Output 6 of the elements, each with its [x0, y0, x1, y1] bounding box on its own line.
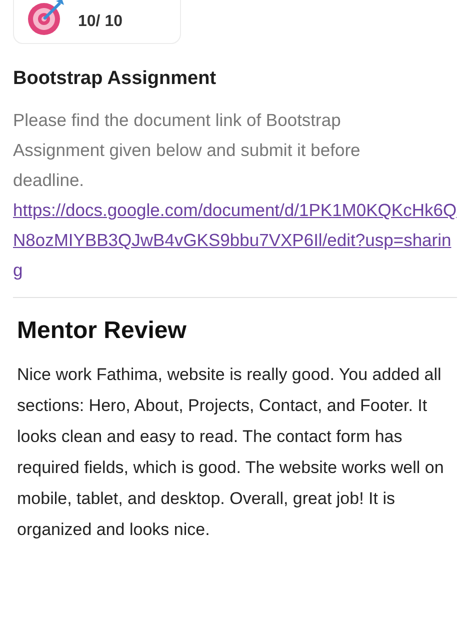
- mentor-review-title: Mentor Review: [17, 316, 188, 346]
- score-value: 10/ 10: [78, 12, 122, 32]
- target-icon: [26, 0, 66, 37]
- mentor-review-text: Nice work Fathima, website is really good. You added all sections: Hero, About, Projects, Contact, and Footer. It looks clean and easy to read. The contact form has required fields, which is good. The website works well on mobile, tablet, and desktop. Overall, great job! It is organized and looks nice.: [17, 364, 445, 541]
- assignment-title: Bootstrap Assignment: [13, 67, 218, 91]
- document-link[interactable]: https://docs.google.com/document/d/1PK1M0KQKcHk6QN8ozMIYBB3QJwB4vGKS9bbu7VXP6Il/edit?usp=sharing: [13, 195, 457, 285]
